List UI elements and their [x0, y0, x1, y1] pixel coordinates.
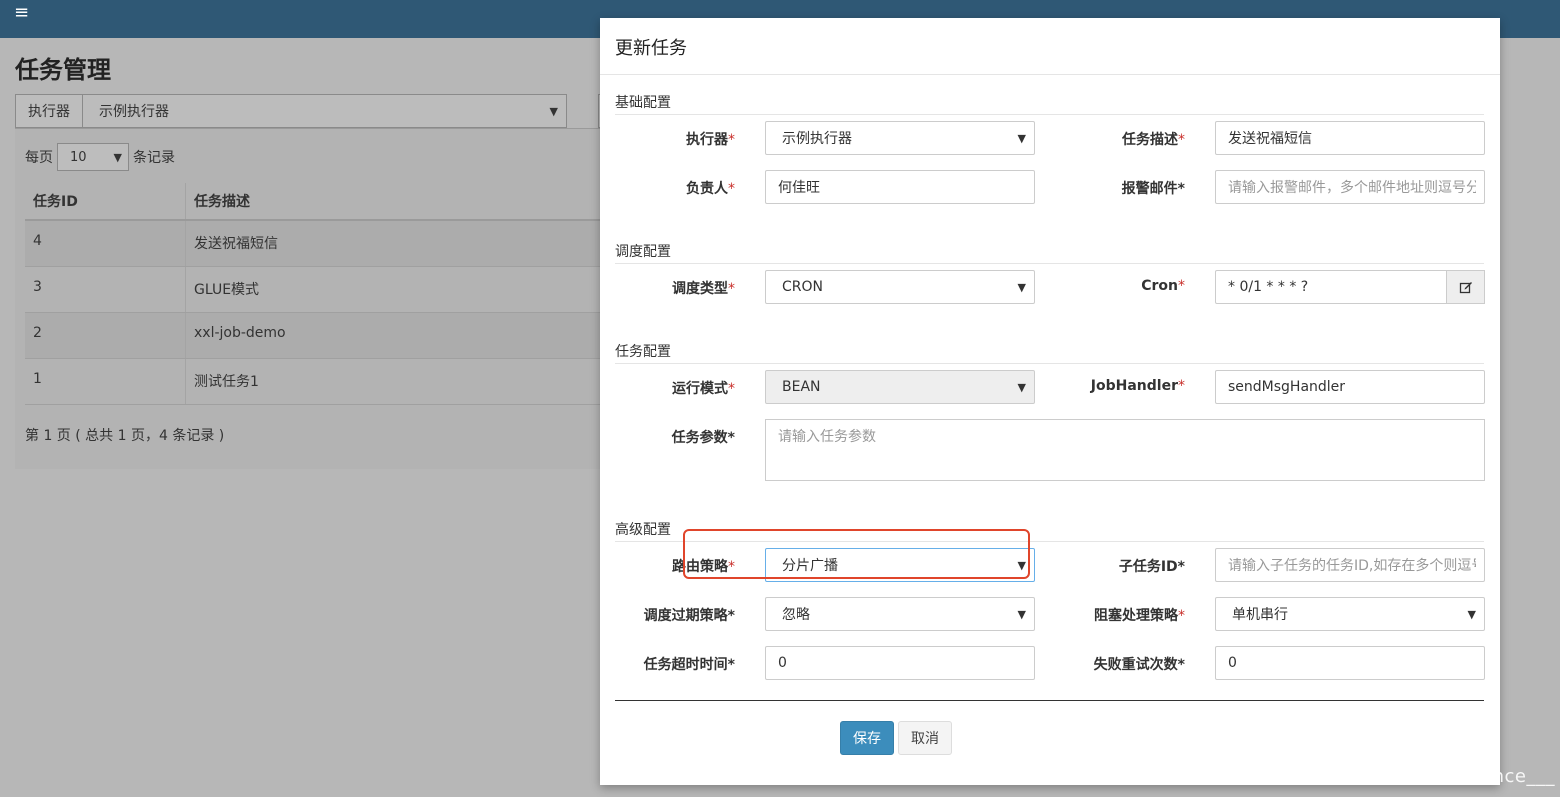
executor-label: 执行器*	[686, 132, 735, 148]
job-desc-value: 发送祝福短信	[1228, 131, 1312, 147]
chevron-down-icon: ▼	[1017, 131, 1026, 145]
alarm-email-placeholder: 请输入报警邮件，多个邮件地址则逗号分	[1228, 180, 1476, 196]
table-row: 4 发送祝福短信	[25, 220, 605, 267]
cron-label: Cron*	[1141, 278, 1185, 294]
section-schedule: 调度配置	[615, 241, 1484, 264]
edit-icon	[1459, 282, 1472, 294]
job-table: 任务ID 任务描述 4 发送祝福短信 3 GLUE模式 2 xxl-job-de…	[25, 183, 605, 405]
child-job-label: 子任务ID*	[1118, 559, 1185, 575]
job-handler-value: sendMsgHandler	[1228, 379, 1346, 395]
child-job-placeholder: 请输入子任务的任务ID,如存在多个则逗号	[1228, 558, 1476, 574]
misfire-value: 忽略	[782, 607, 810, 623]
section-task: 任务配置	[615, 341, 1484, 364]
author-input[interactable]: 何佳旺	[765, 170, 1035, 204]
modal-header: 更新任务	[600, 18, 1500, 75]
modal-title: 更新任务	[615, 38, 687, 59]
retry-label: 失败重试次数*	[1093, 657, 1185, 673]
cron-edit-button[interactable]	[1446, 270, 1485, 304]
job-id-cell: 2	[25, 312, 186, 359]
page-size-control: 每页 10 ▼ 条记录	[25, 143, 175, 171]
author-value: 何佳旺	[778, 180, 820, 196]
executor-filter-label: 执行器	[15, 94, 83, 128]
update-job-modal: 更新任务 基础配置 执行器* 示例执行器 ▼ 任务描述* 发送祝福短信 负责人*…	[600, 18, 1500, 785]
schedule-type-select[interactable]: CRON ▼	[765, 270, 1035, 304]
timeout-label: 任务超时时间*	[643, 657, 735, 673]
chevron-down-icon: ▼	[549, 104, 558, 118]
job-list-panel: 每页 10 ▼ 条记录 任务ID 任务描述 4 发送祝福短信 3 GLUE模式 …	[15, 128, 605, 469]
pagination-info: 第 1 页 ( 总共 1 页，4 条记录 )	[25, 428, 225, 444]
timeout-input[interactable]: 0	[765, 646, 1035, 680]
job-desc-cell: 测试任务1	[185, 358, 605, 405]
table-row: 1 测试任务1	[25, 358, 605, 405]
job-handler-input[interactable]: sendMsgHandler	[1215, 370, 1485, 404]
annotation-highlight-box	[683, 529, 1030, 579]
job-desc-cell: xxl-job-demo	[185, 312, 605, 359]
chevron-down-icon: ▼	[113, 150, 122, 164]
job-desc-label: 任务描述*	[1122, 132, 1185, 148]
job-param-placeholder: 请输入任务参数	[778, 429, 876, 445]
retry-value: 0	[1228, 655, 1237, 671]
block-strategy-value: 单机串行	[1232, 607, 1288, 623]
job-id-cell: 3	[25, 266, 186, 313]
alarm-email-label: 报警邮件*	[1121, 181, 1185, 197]
retry-input[interactable]: 0	[1215, 646, 1485, 680]
page-title: 任务管理	[15, 56, 111, 84]
author-label: 负责人*	[686, 181, 735, 197]
chevron-down-icon: ▼	[1467, 607, 1476, 621]
column-header-job-id[interactable]: 任务ID	[25, 183, 186, 221]
schedule-type-label: 调度类型*	[672, 281, 735, 297]
job-desc-cell: GLUE模式	[185, 266, 605, 313]
executor-filter-value: 示例执行器	[99, 104, 169, 120]
alarm-email-input[interactable]: 请输入报警邮件，多个邮件地址则逗号分	[1215, 170, 1485, 204]
chevron-down-icon: ▼	[1017, 280, 1026, 294]
job-param-textarea[interactable]: 请输入任务参数	[765, 419, 1485, 481]
job-id-cell: 1	[25, 358, 186, 405]
page-size-value: 10	[70, 149, 87, 165]
job-param-label: 任务参数*	[671, 430, 735, 446]
child-job-input[interactable]: 请输入子任务的任务ID,如存在多个则逗号	[1215, 548, 1485, 582]
cron-value: * 0/1 * * * ?	[1228, 279, 1309, 295]
block-strategy-select[interactable]: 单机串行 ▼	[1215, 597, 1485, 631]
job-desc-input[interactable]: 发送祝福短信	[1215, 121, 1485, 155]
executor-filter-select[interactable]: 示例执行器 ▼	[83, 94, 567, 128]
executor-filter: 执行器 示例执行器 ▼	[15, 94, 567, 128]
job-handler-label: JobHandler*	[1090, 378, 1185, 394]
executor-select-value: 示例执行器	[782, 131, 852, 147]
section-basic: 基础配置	[615, 92, 1484, 115]
menu-icon[interactable]: ≡	[14, 4, 29, 22]
chevron-down-icon: ▼	[1017, 607, 1026, 621]
page-size-suffix: 条记录	[133, 150, 175, 166]
watermark: CSDN @Persistence___	[1340, 766, 1555, 787]
page-size-select[interactable]: 10 ▼	[57, 143, 129, 171]
table-row: 2 xxl-job-demo	[25, 312, 605, 359]
timeout-value: 0	[778, 655, 787, 671]
page-size-prefix: 每页	[25, 150, 53, 166]
executor-select[interactable]: 示例执行器 ▼	[765, 121, 1035, 155]
chevron-down-icon: ▼	[1017, 380, 1026, 394]
job-id-cell: 4	[25, 220, 186, 267]
glue-type-label: 运行模式*	[672, 381, 735, 397]
glue-type-select[interactable]: BEAN ▼	[765, 370, 1035, 404]
job-desc-cell: 发送祝福短信	[185, 220, 605, 267]
form-divider	[615, 700, 1484, 701]
misfire-label: 调度过期策略*	[643, 608, 735, 624]
block-strategy-label: 阻塞处理策略*	[1094, 608, 1185, 624]
glue-type-value: BEAN	[782, 379, 821, 395]
column-header-job-desc[interactable]: 任务描述	[185, 183, 605, 221]
schedule-type-value: CRON	[782, 279, 823, 295]
save-button[interactable]: 保存	[840, 721, 894, 755]
misfire-select[interactable]: 忽略 ▼	[765, 597, 1035, 631]
table-row: 3 GLUE模式	[25, 266, 605, 313]
cron-input[interactable]: * 0/1 * * * ?	[1215, 270, 1447, 304]
cancel-button[interactable]: 取消	[898, 721, 952, 755]
